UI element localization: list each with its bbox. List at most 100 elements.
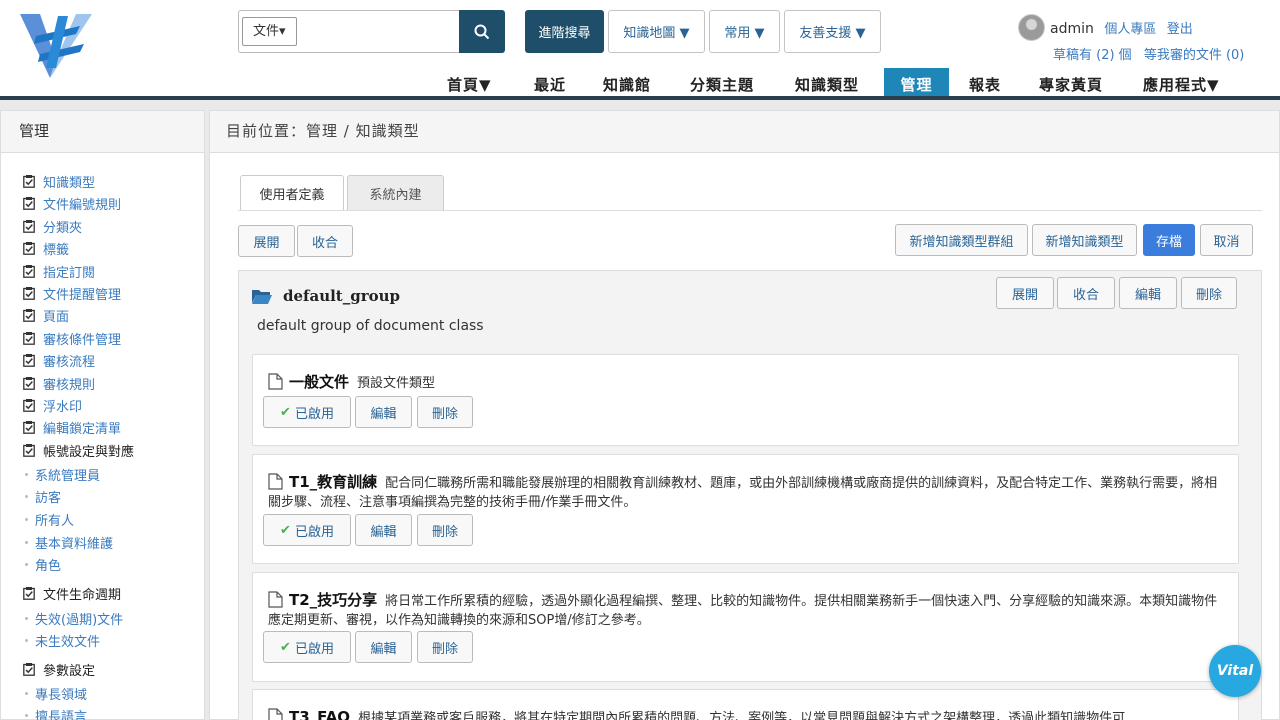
group-expand-button[interactable]: 展開 xyxy=(996,277,1054,309)
nav-reports[interactable]: 報表 xyxy=(969,68,1001,96)
add-group-button[interactable]: 新增知識類型群組 xyxy=(895,224,1028,256)
checkbox-icon xyxy=(23,420,35,434)
search-scope-select[interactable]: 文件▾ xyxy=(242,17,297,46)
tab-system-builtin[interactable]: 系統內建 xyxy=(347,175,444,211)
breadcrumb: 目前位置：管理 / 知識類型 xyxy=(210,111,1279,153)
checkbox-icon xyxy=(23,586,35,600)
checkbox-icon xyxy=(23,443,35,457)
add-type-button[interactable]: 新增知識類型 xyxy=(1032,224,1137,256)
group-description: default group of document class xyxy=(257,318,484,334)
type-card: T3_FAQ 根據某項業務或客戶服務，將其在特定期間內所累積的問題、方法、案例等，… xyxy=(252,689,1239,720)
sidebar-item[interactable]: 浮水印 xyxy=(23,395,82,415)
folder-open-icon xyxy=(252,290,272,304)
type-name: T3_FAQ xyxy=(289,708,351,720)
search-button[interactable] xyxy=(459,10,505,53)
expand-all-button[interactable]: 展開 xyxy=(238,225,295,257)
tab-user-defined[interactable]: 使用者定義 xyxy=(240,175,344,211)
sidebar-subitem[interactable]: 角色 xyxy=(24,555,61,574)
nav-recent[interactable]: 最近 xyxy=(534,68,566,96)
sidebar-item-account[interactable]: 帳號設定與對應 xyxy=(23,440,134,460)
checkbox-icon xyxy=(23,219,35,233)
sidebar-item[interactable]: 文件提醒管理 xyxy=(23,283,121,303)
checkbox-icon xyxy=(23,353,35,367)
advanced-search-button[interactable]: 進階搜尋 xyxy=(525,10,604,53)
vital-logo[interactable] xyxy=(20,12,92,80)
username: admin xyxy=(1050,21,1094,37)
edit-button[interactable]: 編輯 xyxy=(355,631,412,663)
friendly-support-button[interactable]: 友善支援 ▼ xyxy=(784,10,881,53)
checkbox-icon xyxy=(23,398,35,412)
sidebar-subitem[interactable]: 系統管理員 xyxy=(24,465,100,484)
edit-button[interactable]: 編輯 xyxy=(355,396,412,428)
sidebar-item[interactable]: 文件編號規則 xyxy=(23,193,121,213)
sidebar-subitem[interactable]: 失效(過期)文件 xyxy=(24,609,123,628)
nav-home[interactable]: 首頁▼ xyxy=(447,68,492,96)
save-button[interactable]: 存檔 xyxy=(1143,224,1195,256)
checkbox-icon xyxy=(23,308,35,322)
delete-button[interactable]: 刪除 xyxy=(417,514,473,546)
sidebar-subitem[interactable]: 擅長語言 xyxy=(24,706,87,720)
document-icon xyxy=(268,473,283,490)
sidebar-subitem[interactable]: 未生效文件 xyxy=(24,631,100,650)
checkbox-icon xyxy=(23,241,35,255)
checkbox-icon xyxy=(23,264,35,278)
group-delete-button[interactable]: 刪除 xyxy=(1181,277,1237,309)
checkbox-icon xyxy=(23,196,35,210)
delete-button[interactable]: 刪除 xyxy=(417,396,473,428)
group-collapse-button[interactable]: 收合 xyxy=(1057,277,1115,309)
sidebar-item-lifecycle[interactable]: 文件生命週期 xyxy=(23,583,121,603)
knowledge-map-button[interactable]: 知識地圖 ▼ xyxy=(608,10,705,53)
enabled-toggle[interactable]: ✔ 已啟用 xyxy=(263,514,351,546)
check-icon: ✔ xyxy=(280,404,291,420)
type-name: T2_技巧分享 xyxy=(289,591,378,609)
checkbox-icon xyxy=(23,174,35,188)
sidebar-item[interactable]: 分類夾 xyxy=(23,216,82,236)
logout-link[interactable]: 登出 xyxy=(1167,22,1193,37)
cancel-button[interactable]: 取消 xyxy=(1200,224,1253,256)
vital-chat-widget[interactable]: Vital xyxy=(1209,645,1261,697)
edit-button[interactable]: 編輯 xyxy=(355,514,412,546)
header-divider xyxy=(0,96,1280,100)
enabled-toggle[interactable]: ✔ 已啟用 xyxy=(263,396,351,428)
sidebar-item[interactable]: 知識類型 xyxy=(23,171,95,191)
type-card: T1_教育訓練 配合同仁職務所需和職能發展辦理的相關教育訓練教材、題庫，或由外部訓… xyxy=(252,454,1239,564)
sidebar-item[interactable]: 審核規則 xyxy=(23,373,95,393)
nav-category[interactable]: 分類主題 xyxy=(690,68,754,96)
type-name: T1_教育訓練 xyxy=(289,473,378,491)
sidebar-item[interactable]: 標籤 xyxy=(23,238,69,258)
sidebar-item[interactable]: 審核流程 xyxy=(23,350,95,370)
sidebar-item[interactable]: 指定訂閱 xyxy=(23,261,95,281)
sidebar-subitem[interactable]: 訪客 xyxy=(24,487,61,506)
sidebar: 管理 知識類型 文件編號規則 分類夾 標籤 指定訂閱 文件提醒管理 頁面 審核條… xyxy=(0,110,205,720)
common-button[interactable]: 常用 ▼ xyxy=(709,10,780,53)
check-icon: ✔ xyxy=(280,639,291,655)
main-panel: 目前位置：管理 / 知識類型 使用者定義 系統內建 展開 收合 新增知識類型群組… xyxy=(209,110,1280,720)
nav-admin[interactable]: 管理 xyxy=(884,68,949,96)
personal-area-link[interactable]: 個人專區 xyxy=(1104,22,1156,37)
sidebar-subitem[interactable]: 專長領域 xyxy=(24,684,87,703)
sidebar-item[interactable]: 編輯鎖定清單 xyxy=(23,417,121,437)
sidebar-subitem[interactable]: 所有人 xyxy=(24,510,74,529)
avatar[interactable] xyxy=(1018,14,1045,41)
checkbox-icon xyxy=(23,376,35,390)
delete-button[interactable]: 刪除 xyxy=(417,631,473,663)
type-name: 一般文件 xyxy=(289,373,350,391)
sidebar-subitem[interactable]: 基本資料維護 xyxy=(24,533,113,552)
nav-library[interactable]: 知識館 xyxy=(603,68,651,96)
drafts-link[interactable]: 草稿有 (2) 個 xyxy=(1053,48,1132,63)
checkbox-icon xyxy=(23,331,35,345)
enabled-toggle[interactable]: ✔ 已啟用 xyxy=(263,631,351,663)
nav-apps[interactable]: 應用程式▼ xyxy=(1143,68,1220,96)
group-edit-button[interactable]: 編輯 xyxy=(1119,277,1177,309)
type-card: 一般文件 預設文件類型 ✔ 已啟用 編輯 刪除 xyxy=(252,354,1239,446)
sidebar-item[interactable]: 審核條件管理 xyxy=(23,328,121,348)
nav-knowledge-type[interactable]: 知識類型 xyxy=(795,68,859,96)
sidebar-item-params[interactable]: 參數設定 xyxy=(23,659,95,679)
checkbox-icon xyxy=(23,286,35,300)
sidebar-item[interactable]: 頁面 xyxy=(23,305,69,325)
check-icon: ✔ xyxy=(280,522,291,538)
checkbox-icon xyxy=(23,662,35,676)
collapse-all-button[interactable]: 收合 xyxy=(297,225,353,257)
waiting-review-link[interactable]: 等我審的文件 (0) xyxy=(1144,48,1245,63)
nav-experts[interactable]: 專家黃頁 xyxy=(1039,68,1103,96)
